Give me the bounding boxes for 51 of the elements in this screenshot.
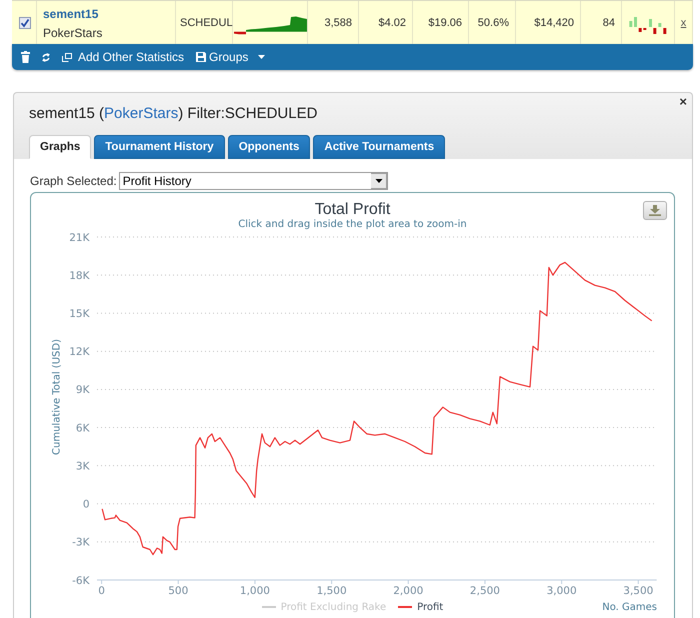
x-tick-label: 1,000 — [240, 585, 270, 597]
y-tick-label: -6K — [72, 574, 90, 587]
tab[interactable]: Graphs — [29, 135, 92, 159]
dropdown-arrow-icon — [370, 172, 387, 188]
loss-bar — [664, 28, 667, 34]
graph-selected-label: Graph Selected: — [30, 174, 117, 188]
caret-icon — [258, 55, 266, 59]
x-tick-label: 500 — [168, 585, 188, 597]
x-tick-label: 3,000 — [546, 585, 577, 597]
y-tick-label: 9K — [76, 384, 90, 396]
refresh-icon — [42, 52, 50, 62]
panel-title: sement15 (PokerStars) Filter:SCHEDULED — [29, 104, 318, 124]
x-tick-label: 3,500 — [623, 585, 654, 597]
y-tick-label: 0 — [82, 498, 90, 511]
site-link[interactable]: PokerStars — [104, 105, 178, 122]
legend-line-icon — [262, 606, 276, 608]
x-tick-label: 1,500 — [316, 585, 347, 597]
site-name: PokerStars — [43, 25, 102, 41]
download-button[interactable] — [643, 201, 667, 220]
y-tick-label: 21K — [69, 232, 90, 244]
row-checkbox[interactable] — [19, 16, 31, 28]
y-tick-label: 6K — [76, 422, 90, 434]
close-button[interactable]: × — [679, 96, 687, 108]
x-axis-title: No. Games — [602, 602, 658, 612]
gain-bar — [658, 23, 662, 27]
y-tick-label: 15K — [69, 308, 90, 320]
add-statistics-button[interactable]: Add Other Statistics — [62, 48, 184, 66]
gain-bar — [649, 19, 652, 27]
player-link[interactable]: sement15 — [43, 6, 98, 22]
loss-bar — [654, 28, 657, 34]
delete-button[interactable] — [21, 48, 30, 66]
tab[interactable]: Opponents — [228, 135, 310, 159]
y-tick-label: 18K — [69, 270, 90, 282]
groups-button[interactable]: Groups — [196, 48, 266, 66]
download-icon — [649, 205, 661, 216]
y-tick-label: 12K — [69, 346, 90, 358]
y-tick-label: 3K — [76, 460, 90, 472]
chart-subtitle: Click and drag inside the plot area to zoom-in — [238, 219, 467, 231]
window-icon — [62, 52, 72, 62]
tab[interactable]: Tournament History — [94, 135, 225, 159]
remove-link[interactable]: x — [680, 16, 686, 28]
tab[interactable]: Active Tournaments — [313, 135, 446, 159]
x-tick-label: 0 — [98, 585, 105, 597]
x-tick-label: 2,000 — [393, 585, 424, 597]
x-tick-label: 2,500 — [470, 585, 500, 597]
y-axis-title: Cumulative Total (USD) — [52, 339, 62, 455]
y-tick-label: -3K — [72, 536, 90, 549]
chart-title: Total Profit — [314, 201, 390, 219]
trash-icon — [21, 51, 30, 63]
graph-select[interactable]: Profit History — [118, 172, 388, 190]
legend-item[interactable]: Profit — [398, 602, 444, 612]
